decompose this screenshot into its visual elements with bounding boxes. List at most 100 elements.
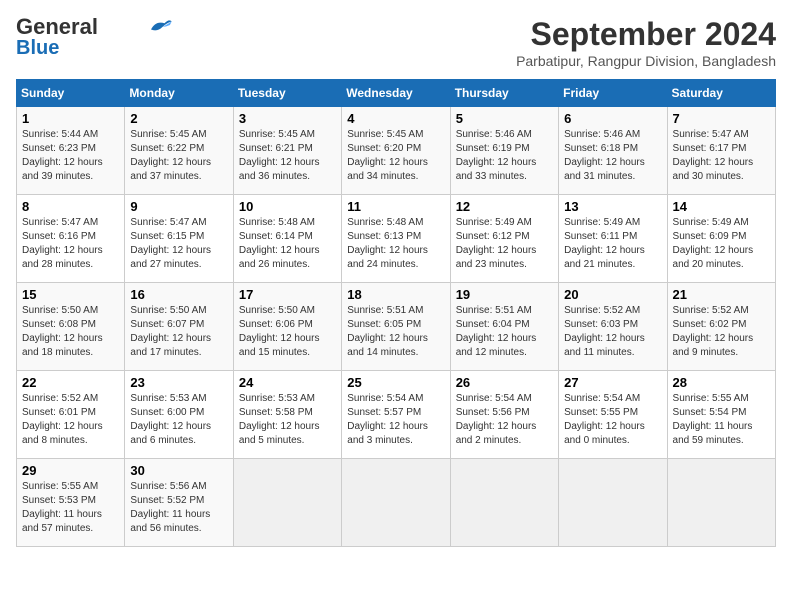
day-number: 20 <box>564 287 661 302</box>
calendar-cell: 20 Sunrise: 5:52 AM Sunset: 6:03 PM Dayli… <box>559 283 667 371</box>
day-info: Sunrise: 5:53 AM Sunset: 5:58 PM Dayligh… <box>239 392 336 448</box>
day-info: Sunrise: 5:50 AM Sunset: 6:08 PM Dayligh… <box>22 304 119 360</box>
calendar-cell <box>559 459 667 547</box>
calendar-cell: 29 Sunrise: 5:55 AM Sunset: 5:53 PM Dayli… <box>17 459 125 547</box>
calendar-cell <box>450 459 558 547</box>
day-number: 14 <box>673 199 770 214</box>
day-info: Sunrise: 5:45 AM Sunset: 6:22 PM Dayligh… <box>130 128 227 184</box>
calendar-cell: 19Sunrise: 5:51 AM Sunset: 6:04 PM Dayli… <box>450 283 558 371</box>
calendar-cell: 30 Sunrise: 5:56 AM Sunset: 5:52 PM Dayli… <box>125 459 233 547</box>
calendar-cell: 11 Sunrise: 5:48 AM Sunset: 6:13 PM Dayli… <box>342 195 450 283</box>
calendar-week-1: 1 Sunrise: 5:44 AM Sunset: 6:23 PM Daylig… <box>17 107 776 195</box>
header-saturday: Saturday <box>667 80 775 107</box>
title-area: September 2024 Parbatipur, Rangpur Divis… <box>516 16 776 69</box>
day-number: 17 <box>239 287 336 302</box>
calendar-cell: 17 Sunrise: 5:50 AM Sunset: 6:06 PM Dayli… <box>233 283 341 371</box>
calendar-cell: 27Sunrise: 5:54 AM Sunset: 5:55 PM Dayli… <box>559 371 667 459</box>
day-info: Sunrise: 5:54 AM Sunset: 5:55 PM Dayligh… <box>564 392 661 448</box>
header-friday: Friday <box>559 80 667 107</box>
day-number: 6 <box>564 111 661 126</box>
day-info: Sunrise: 5:50 AM Sunset: 6:07 PM Dayligh… <box>130 304 227 360</box>
calendar-cell: 23Sunrise: 5:53 AM Sunset: 6:00 PM Dayli… <box>125 371 233 459</box>
calendar-week-4: 22Sunrise: 5:52 AM Sunset: 6:01 PM Dayli… <box>17 371 776 459</box>
day-info: Sunrise: 5:47 AM Sunset: 6:15 PM Dayligh… <box>130 216 227 272</box>
day-number: 5 <box>456 111 553 126</box>
day-info: Sunrise: 5:52 AM Sunset: 6:02 PM Dayligh… <box>673 304 770 360</box>
day-number: 2 <box>130 111 227 126</box>
day-number: 13 <box>564 199 661 214</box>
header-monday: Monday <box>125 80 233 107</box>
calendar-week-5: 29 Sunrise: 5:55 AM Sunset: 5:53 PM Dayli… <box>17 459 776 547</box>
day-number: 9 <box>130 199 227 214</box>
day-info: Sunrise: 5:49 AM Sunset: 6:12 PM Dayligh… <box>456 216 553 272</box>
logo-icon <box>146 16 174 34</box>
logo: General Blue <box>16 16 174 58</box>
calendar-cell: 21 Sunrise: 5:52 AM Sunset: 6:02 PM Dayli… <box>667 283 775 371</box>
calendar-week-3: 15 Sunrise: 5:50 AM Sunset: 6:08 PM Dayli… <box>17 283 776 371</box>
header-sunday: Sunday <box>17 80 125 107</box>
day-info: Sunrise: 5:51 AM Sunset: 6:05 PM Dayligh… <box>347 304 444 360</box>
calendar-cell: 5 Sunrise: 5:46 AM Sunset: 6:19 PM Daylig… <box>450 107 558 195</box>
calendar-header-row: SundayMondayTuesdayWednesdayThursdayFrid… <box>17 80 776 107</box>
day-number: 8 <box>22 199 119 214</box>
location-title: Parbatipur, Rangpur Division, Bangladesh <box>516 53 776 69</box>
calendar-cell <box>233 459 341 547</box>
day-info: Sunrise: 5:54 AM Sunset: 5:57 PM Dayligh… <box>347 392 444 448</box>
calendar-cell: 3 Sunrise: 5:45 AM Sunset: 6:21 PM Daylig… <box>233 107 341 195</box>
day-info: Sunrise: 5:46 AM Sunset: 6:18 PM Dayligh… <box>564 128 661 184</box>
day-info: Sunrise: 5:46 AM Sunset: 6:19 PM Dayligh… <box>456 128 553 184</box>
day-info: Sunrise: 5:54 AM Sunset: 5:56 PM Dayligh… <box>456 392 553 448</box>
calendar-table: SundayMondayTuesdayWednesdayThursdayFrid… <box>16 79 776 547</box>
day-number: 23 <box>130 375 227 390</box>
day-info: Sunrise: 5:56 AM Sunset: 5:52 PM Dayligh… <box>130 480 227 536</box>
day-number: 10 <box>239 199 336 214</box>
day-info: Sunrise: 5:49 AM Sunset: 6:09 PM Dayligh… <box>673 216 770 272</box>
calendar-cell <box>342 459 450 547</box>
day-info: Sunrise: 5:50 AM Sunset: 6:06 PM Dayligh… <box>239 304 336 360</box>
calendar-cell: 15 Sunrise: 5:50 AM Sunset: 6:08 PM Dayli… <box>17 283 125 371</box>
day-number: 28 <box>673 375 770 390</box>
day-info: Sunrise: 5:51 AM Sunset: 6:04 PM Dayligh… <box>456 304 553 360</box>
day-number: 11 <box>347 199 444 214</box>
header-thursday: Thursday <box>450 80 558 107</box>
day-info: Sunrise: 5:47 AM Sunset: 6:17 PM Dayligh… <box>673 128 770 184</box>
calendar-cell: 16 Sunrise: 5:50 AM Sunset: 6:07 PM Dayli… <box>125 283 233 371</box>
day-number: 12 <box>456 199 553 214</box>
day-info: Sunrise: 5:49 AM Sunset: 6:11 PM Dayligh… <box>564 216 661 272</box>
day-info: Sunrise: 5:52 AM Sunset: 6:03 PM Dayligh… <box>564 304 661 360</box>
calendar-cell: 8 Sunrise: 5:47 AM Sunset: 6:16 PM Daylig… <box>17 195 125 283</box>
logo-blue-text: Blue <box>16 38 59 58</box>
day-number: 24 <box>239 375 336 390</box>
day-info: Sunrise: 5:48 AM Sunset: 6:13 PM Dayligh… <box>347 216 444 272</box>
day-info: Sunrise: 5:55 AM Sunset: 5:54 PM Dayligh… <box>673 392 770 448</box>
day-number: 16 <box>130 287 227 302</box>
day-number: 1 <box>22 111 119 126</box>
logo-text: General <box>16 16 98 38</box>
calendar-cell: 7 Sunrise: 5:47 AM Sunset: 6:17 PM Daylig… <box>667 107 775 195</box>
day-info: Sunrise: 5:47 AM Sunset: 6:16 PM Dayligh… <box>22 216 119 272</box>
page-header: General Blue September 2024 Parbatipur, … <box>16 16 776 69</box>
day-number: 29 <box>22 463 119 478</box>
day-number: 3 <box>239 111 336 126</box>
day-number: 21 <box>673 287 770 302</box>
day-info: Sunrise: 5:45 AM Sunset: 6:21 PM Dayligh… <box>239 128 336 184</box>
calendar-cell: 25Sunrise: 5:54 AM Sunset: 5:57 PM Dayli… <box>342 371 450 459</box>
header-tuesday: Tuesday <box>233 80 341 107</box>
calendar-cell: 13 Sunrise: 5:49 AM Sunset: 6:11 PM Dayli… <box>559 195 667 283</box>
calendar-cell: 1 Sunrise: 5:44 AM Sunset: 6:23 PM Daylig… <box>17 107 125 195</box>
calendar-cell: 22Sunrise: 5:52 AM Sunset: 6:01 PM Dayli… <box>17 371 125 459</box>
day-number: 26 <box>456 375 553 390</box>
calendar-cell: 14 Sunrise: 5:49 AM Sunset: 6:09 PM Dayli… <box>667 195 775 283</box>
calendar-cell: 2 Sunrise: 5:45 AM Sunset: 6:22 PM Daylig… <box>125 107 233 195</box>
calendar-cell: 18 Sunrise: 5:51 AM Sunset: 6:05 PM Dayli… <box>342 283 450 371</box>
day-number: 18 <box>347 287 444 302</box>
calendar-cell: 12 Sunrise: 5:49 AM Sunset: 6:12 PM Dayli… <box>450 195 558 283</box>
day-number: 15 <box>22 287 119 302</box>
day-info: Sunrise: 5:44 AM Sunset: 6:23 PM Dayligh… <box>22 128 119 184</box>
day-info: Sunrise: 5:45 AM Sunset: 6:20 PM Dayligh… <box>347 128 444 184</box>
calendar-cell: 28 Sunrise: 5:55 AM Sunset: 5:54 PM Dayli… <box>667 371 775 459</box>
day-info: Sunrise: 5:55 AM Sunset: 5:53 PM Dayligh… <box>22 480 119 536</box>
day-number: 7 <box>673 111 770 126</box>
day-number: 30 <box>130 463 227 478</box>
calendar-cell: 9 Sunrise: 5:47 AM Sunset: 6:15 PM Daylig… <box>125 195 233 283</box>
